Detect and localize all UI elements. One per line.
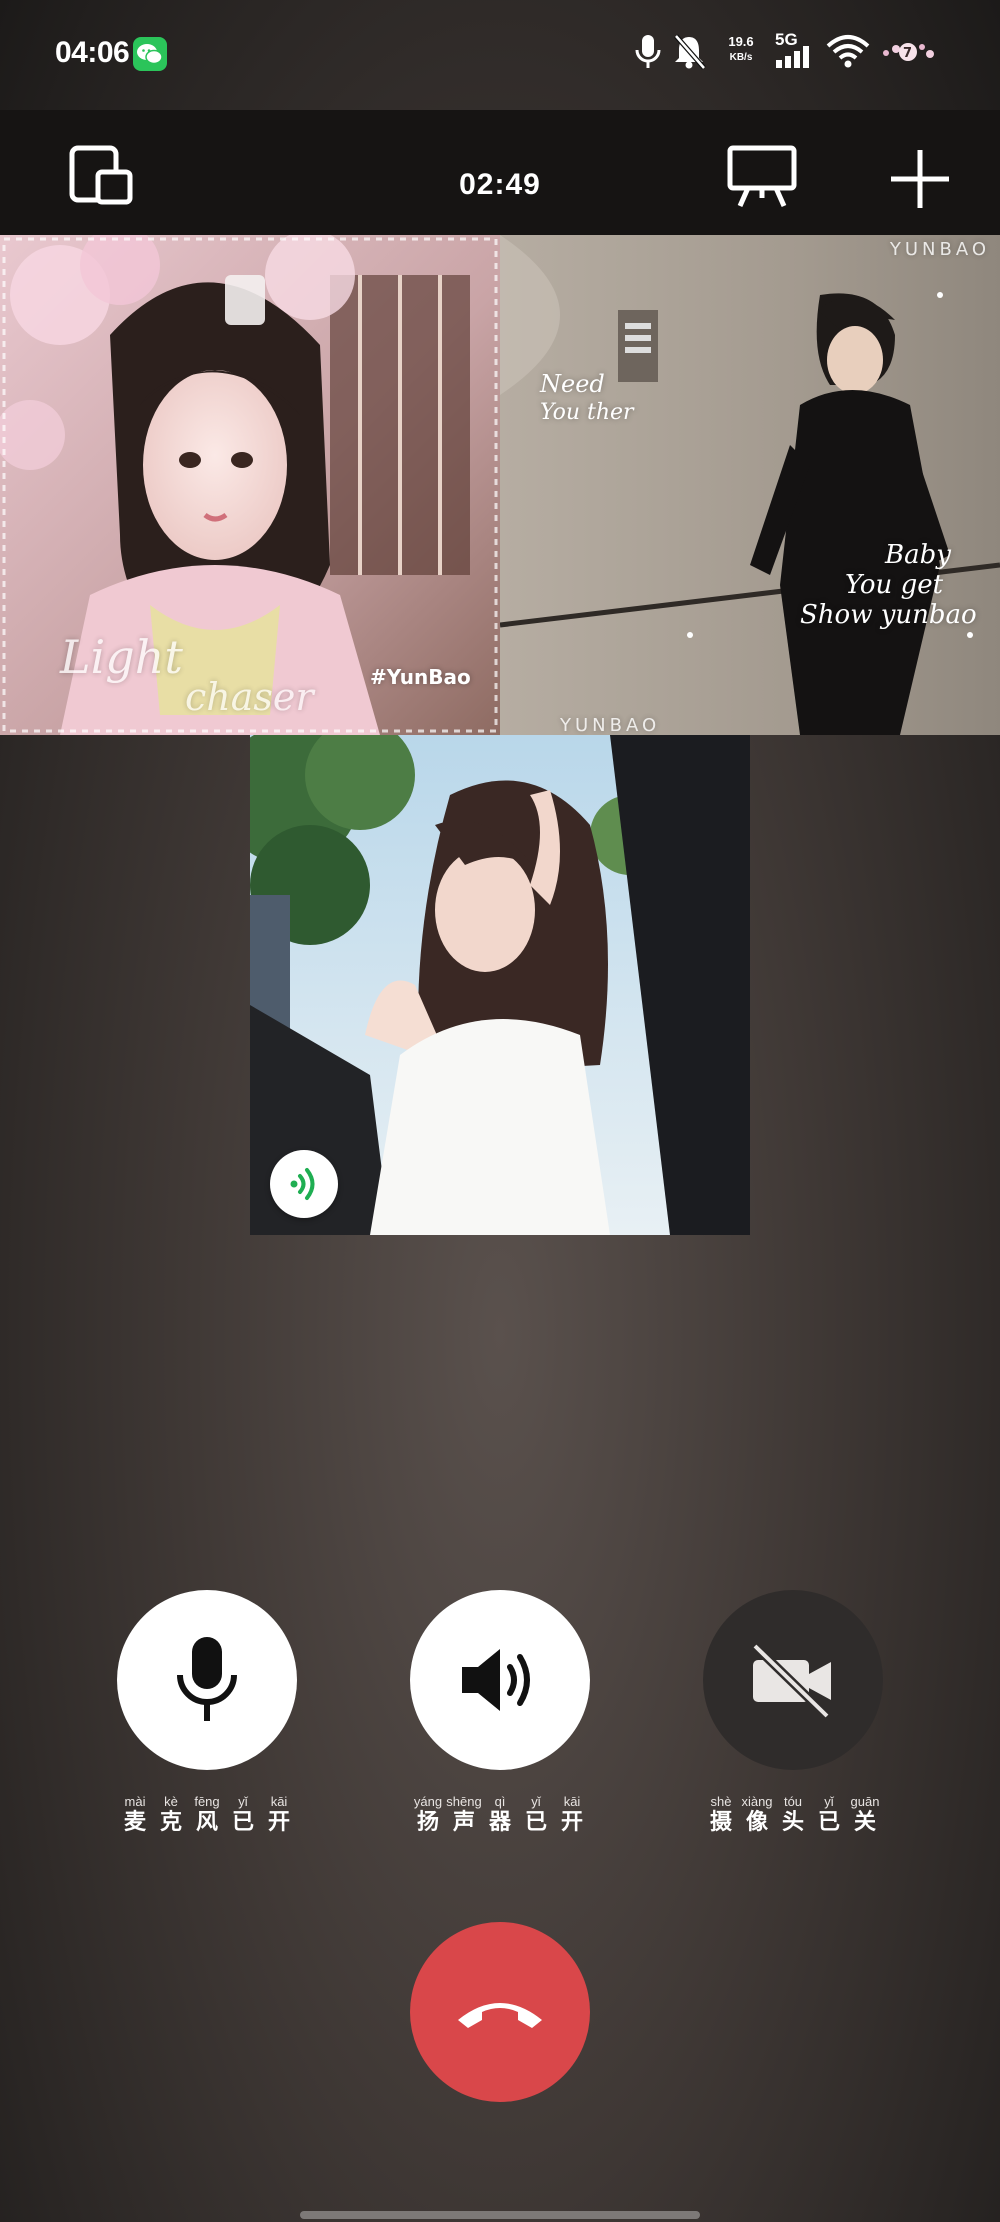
mic-icon [635, 35, 661, 68]
sound-wave-icon [290, 1168, 315, 1200]
pinyin: yáng [413, 1794, 443, 1809]
hanzi: 扬 [416, 1810, 439, 1835]
camera-status-label: shè 摄 xiàng 像 tóu 头 yǐ 已 guān 关 [703, 1794, 883, 1836]
speaker-toggle-button[interactable] [410, 1590, 590, 1770]
net-speed-value: 19.6 [728, 34, 754, 49]
call-top-bar: 02:49 [0, 110, 1000, 235]
overlay-text-need: Need [540, 370, 605, 398]
projector-screen-icon [727, 145, 797, 208]
pinyin: yǐ [531, 1794, 541, 1809]
pinyin: kāi [563, 1794, 581, 1809]
self-video[interactable] [250, 735, 750, 1235]
pinyin: shēng [446, 1794, 482, 1809]
screen-share-button[interactable] [720, 142, 810, 212]
overlay-text-chaser: chaser [185, 675, 314, 719]
participant-video-2[interactable]: YUNBAO Need You ther Baby You get Show y… [500, 235, 1000, 735]
overlay-brand-bottom: YUNBAO [560, 715, 661, 735]
participant-video-1[interactable]: Light chaser #YunBao [0, 235, 500, 735]
speaker-icon [462, 1649, 530, 1711]
pinyin: guān [850, 1794, 880, 1809]
hanzi: 开 [267, 1810, 290, 1835]
overlay-text-you-ther: You ther [540, 400, 634, 425]
microphone-icon [177, 1637, 237, 1721]
camera-toggle-button[interactable] [703, 1590, 883, 1770]
speaker-status-label: yáng 扬 shēng 声 qì 器 yǐ 已 kāi 开 [410, 1794, 590, 1836]
hanzi: 关 [853, 1810, 876, 1835]
hanzi: 克 [159, 1810, 182, 1835]
pinyin: kè [164, 1794, 178, 1809]
hang-up-phone-icon [458, 2003, 542, 2028]
hanzi: 摄 [709, 1810, 732, 1835]
overlay-brand-top: YUNBAO [889, 239, 990, 260]
hanzi: 风 [195, 1810, 218, 1835]
hanzi: 器 [488, 1810, 511, 1835]
home-indicator[interactable] [300, 2211, 700, 2219]
status-time: 04:06 [55, 36, 130, 69]
hanzi: 已 [524, 1810, 547, 1835]
pinyin: mài [124, 1794, 146, 1809]
bell-muted-icon [674, 34, 706, 70]
overlay-tag: #YunBao [370, 665, 471, 689]
overlay-text-show: Show yunbao [800, 600, 977, 630]
hanzi: 已 [231, 1810, 254, 1835]
camera-off-icon [751, 1642, 831, 1720]
mic-control: mài 麦 kè 克 fēng 风 yǐ 已 kāi 开 [117, 1590, 297, 1836]
hanzi: 声 [452, 1810, 475, 1835]
pinyin: tóu [783, 1794, 803, 1809]
hanzi: 已 [817, 1810, 840, 1835]
camera-control: shè 摄 xiàng 像 tóu 头 yǐ 已 guān 关 [703, 1590, 883, 1836]
overlay-text-baby: Baby [885, 540, 951, 570]
participant-2-avatar-image [500, 235, 1000, 735]
net-speed: 19.6 KB/s [725, 34, 757, 66]
mic-status-label: mài 麦 kè 克 fēng 风 yǐ 已 kāi 开 [117, 1794, 297, 1836]
wechat-icon [133, 37, 167, 71]
speaking-indicator [270, 1150, 338, 1218]
wifi-icon [826, 35, 870, 68]
overlay-text-you-get: You get [845, 570, 944, 600]
overlay-text-light: Light [60, 630, 183, 684]
add-participant-button[interactable] [880, 144, 960, 214]
mic-toggle-button[interactable] [117, 1590, 297, 1770]
pinyin: qì [494, 1794, 506, 1809]
signal-icon [776, 46, 809, 68]
net-speed-unit: KB/s [729, 52, 753, 63]
pinyin: kāi [270, 1794, 288, 1809]
hanzi: 像 [745, 1810, 768, 1835]
pinyin: fēng [194, 1794, 220, 1809]
battery-icon: 7 [883, 43, 934, 61]
hanzi: 头 [781, 1810, 804, 1835]
status-bar: 04:06 19.6 KB/s 5G 7 [0, 0, 1000, 110]
speaker-control: yáng 扬 shēng 声 qì 器 yǐ 已 kāi 开 [410, 1590, 590, 1836]
hanzi: 麦 [123, 1810, 146, 1835]
hanzi: 开 [560, 1810, 583, 1835]
pinyin: xiàng [741, 1794, 773, 1809]
hang-up-button[interactable] [410, 1922, 590, 2102]
svg-text:7: 7 [903, 46, 912, 61]
pinyin: yǐ [824, 1794, 834, 1809]
pinyin: shè [710, 1794, 732, 1809]
plus-icon [891, 150, 949, 208]
call-timer: 02:49 [459, 168, 541, 201]
pinyin: yǐ [238, 1794, 248, 1809]
